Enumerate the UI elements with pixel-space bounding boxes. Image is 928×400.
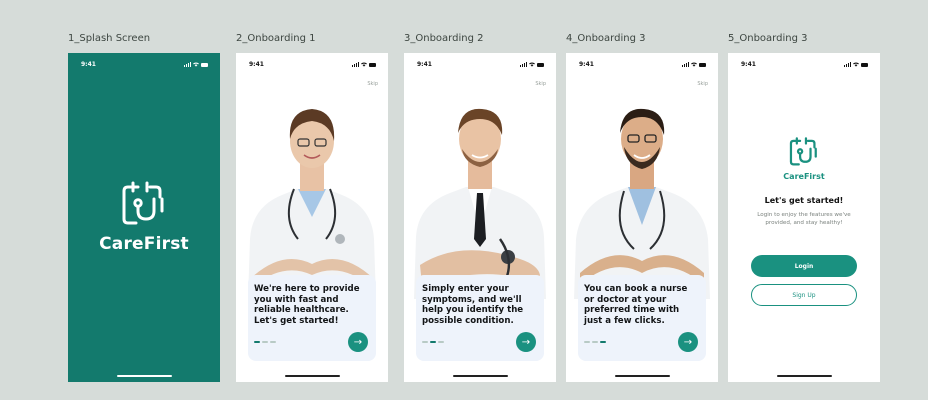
signal-icon <box>352 62 359 67</box>
frame-label-onboarding-2: 3_Onboarding 2 <box>404 33 484 44</box>
login-title: Let's get started! <box>764 196 844 205</box>
signal-icon <box>844 62 851 67</box>
login-button[interactable]: Login <box>751 255 857 277</box>
login-subtitle: Login to enjoy the features we've provid… <box>757 212 851 226</box>
wifi-icon <box>529 62 535 67</box>
next-button[interactable]: → <box>678 332 698 352</box>
female-doctor-illustration <box>248 109 376 299</box>
login-screen: 9:41 CareFirst Let's get started! Login … <box>728 53 880 382</box>
frame-label-onboarding-1: 2_Onboarding 1 <box>236 33 316 44</box>
status-time: 9:41 <box>417 61 432 68</box>
onboarding-text: We're here to provide you with fast and … <box>254 284 360 326</box>
carefirst-logo-icon <box>122 181 164 225</box>
home-indicator <box>285 375 340 377</box>
onboarding-card: You can book a nurse or doctor at your p… <box>578 275 706 361</box>
onboarding-screen-2: 9:41 Skip Simply enter your symptoms, an… <box>404 53 556 382</box>
page-dot <box>422 341 428 343</box>
page-dot-active <box>254 341 260 343</box>
wifi-icon <box>853 62 859 67</box>
onboarding-screen-1: 9:41 Skip We're here to provide you with… <box>236 53 388 382</box>
status-bar: 9:41 <box>728 61 880 71</box>
carefirst-logo-icon <box>789 137 817 166</box>
battery-icon <box>537 63 544 67</box>
frame-label-onboarding-3: 4_Onboarding 3 <box>566 33 646 44</box>
status-bar: 9:41 <box>566 61 718 71</box>
wifi-icon <box>691 62 697 67</box>
arrow-right-icon: → <box>521 336 531 348</box>
wifi-icon <box>193 62 199 67</box>
home-indicator <box>453 375 508 377</box>
page-indicator <box>254 341 276 343</box>
battery-icon <box>699 63 706 67</box>
status-bar: 9:41 <box>68 61 220 71</box>
signal-icon <box>184 62 191 67</box>
status-time: 9:41 <box>81 61 96 68</box>
status-time: 9:41 <box>741 61 756 68</box>
onboarding-text: You can book a nurse or doctor at your p… <box>584 284 688 326</box>
battery-icon <box>861 63 868 67</box>
status-bar: 9:41 <box>236 61 388 71</box>
splash-brand-name: CareFirst <box>99 234 189 254</box>
battery-icon <box>369 63 376 67</box>
page-dot <box>438 341 444 343</box>
skip-link[interactable]: Skip <box>367 81 378 87</box>
page-dot <box>262 341 268 343</box>
arrow-right-icon: → <box>353 336 363 348</box>
skip-link[interactable]: Skip <box>697 81 708 87</box>
status-time: 9:41 <box>249 61 264 68</box>
skip-link[interactable]: Skip <box>535 81 546 87</box>
status-bar: 9:41 <box>404 61 556 71</box>
male-doctor-illustration <box>414 108 546 299</box>
battery-icon <box>201 63 208 67</box>
onboarding-card: Simply enter your symptoms, and we'll he… <box>416 275 544 361</box>
home-indicator <box>615 375 670 377</box>
next-button[interactable]: → <box>348 332 368 352</box>
page-dot <box>592 341 598 343</box>
page-dot-active <box>600 341 606 343</box>
page-indicator <box>584 341 606 343</box>
frame-label-splash: 1_Splash Screen <box>68 33 151 44</box>
login-brand-name: CareFirst <box>783 172 825 181</box>
arrow-right-icon: → <box>683 336 693 348</box>
page-dot-active <box>430 341 436 343</box>
wifi-icon <box>361 62 367 67</box>
onboarding-card: We're here to provide you with fast and … <box>248 275 376 361</box>
male-doctor-glasses-illustration <box>574 108 710 299</box>
next-button[interactable]: → <box>516 332 536 352</box>
onboarding-text: Simply enter your symptoms, and we'll he… <box>422 284 524 326</box>
page-dot <box>270 341 276 343</box>
frame-label-onboarding-login: 5_Onboarding 3 <box>728 33 808 44</box>
splash-screen: 9:41 CareFirst <box>68 53 220 382</box>
page-indicator <box>422 341 444 343</box>
signal-icon <box>520 62 527 67</box>
home-indicator <box>117 375 172 377</box>
page-dot <box>584 341 590 343</box>
status-time: 9:41 <box>579 61 594 68</box>
home-indicator <box>777 375 832 377</box>
signup-button[interactable]: Sign Up <box>751 284 857 306</box>
signal-icon <box>682 62 689 67</box>
onboarding-screen-3: 9:41 Skip You can book a nurse or doctor… <box>566 53 718 382</box>
